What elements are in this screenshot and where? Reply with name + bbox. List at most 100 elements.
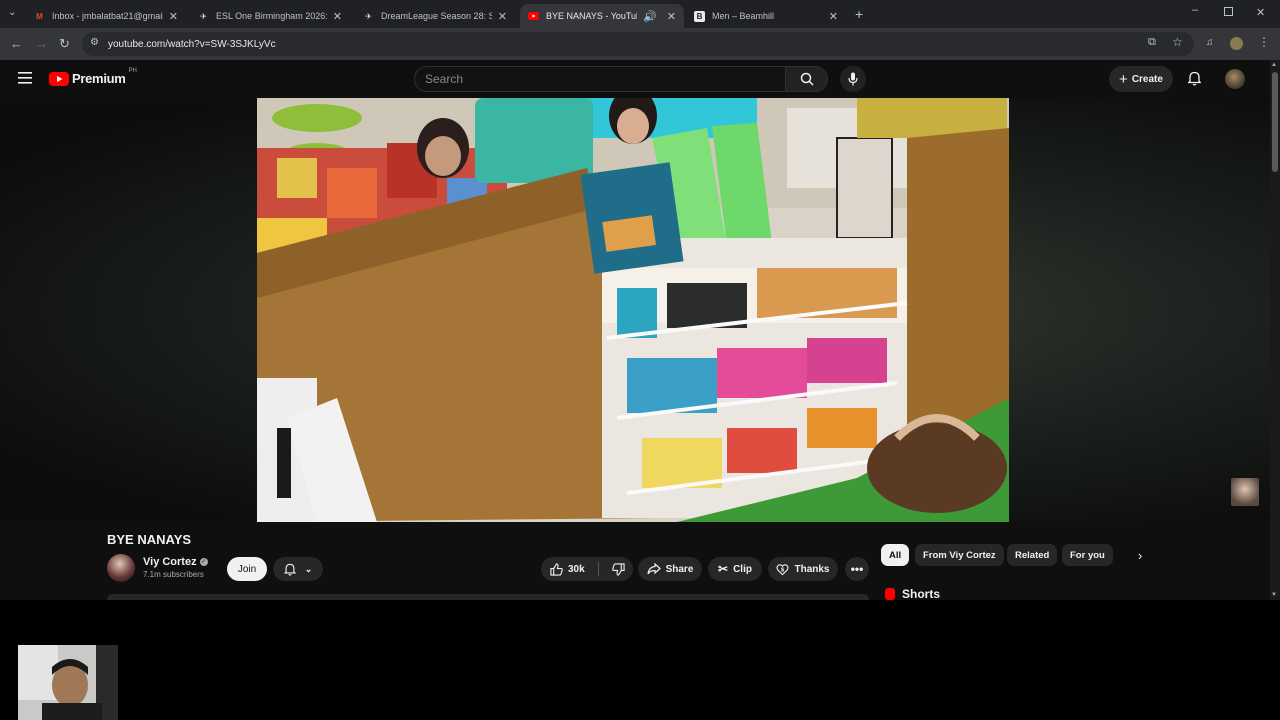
webcam-overlay xyxy=(18,645,118,720)
video-title: BYE NANAYS xyxy=(107,532,192,547)
hamburger-menu-icon[interactable] xyxy=(18,71,32,84)
channel-name[interactable]: Viy Cortez xyxy=(143,556,197,568)
share-button[interactable]: Share xyxy=(638,557,702,581)
browser-tab-beamhill[interactable]: B Men – Beamhill ✕ xyxy=(686,4,846,28)
notifications-bell-icon[interactable] xyxy=(1187,71,1202,91)
new-tab-plus-icon[interactable]: + xyxy=(855,6,863,22)
chip-label: For you xyxy=(1070,549,1105,561)
browser-tab-dreamleague[interactable]: ✈ DreamLeague Season 28: South ✕ xyxy=(355,4,515,28)
bell-icon xyxy=(283,563,296,576)
clip-label: Clip xyxy=(733,563,752,575)
voice-search-button[interactable] xyxy=(840,66,866,92)
thumbs-down-icon xyxy=(611,562,625,576)
back-arrow-icon[interactable]: ← xyxy=(10,36,23,51)
speaker-icon[interactable]: 🔊 xyxy=(643,10,657,23)
microphone-icon xyxy=(848,72,858,86)
channel-watermark[interactable] xyxy=(1231,478,1259,506)
close-tab-icon[interactable]: ✕ xyxy=(169,10,178,23)
chip-all[interactable]: All xyxy=(881,544,910,566)
search-icon xyxy=(800,72,814,86)
install-app-icon[interactable]: ⧉ xyxy=(1148,36,1156,49)
plus-icon: + xyxy=(1119,70,1128,88)
beamhill-icon: B xyxy=(694,10,705,22)
search-input[interactable]: Search xyxy=(414,66,786,92)
tab-list-chevron-icon[interactable]: ⌄ xyxy=(8,7,16,18)
browser-menu-icon[interactable]: ⋮ xyxy=(1258,35,1270,49)
like-dislike-group: 30k xyxy=(541,557,633,581)
like-count: 30k xyxy=(568,563,585,575)
chevron-down-icon: ⌄ xyxy=(304,563,313,574)
chip-from-channel[interactable]: From Viy Cortez xyxy=(915,544,1004,566)
scrollbar-thumb[interactable] xyxy=(1272,72,1278,172)
like-button[interactable]: 30k xyxy=(550,562,585,576)
scroll-down-arrow-icon[interactable]: ▼ xyxy=(1271,592,1277,598)
premium-logo-text: Premium xyxy=(72,71,126,86)
browser-tab-bar: ⌄ M Inbox - jmbalatbat21@gmail.com ✕ ✈ E… xyxy=(0,0,1280,28)
scissors-icon: ✂ xyxy=(718,562,729,576)
chip-label: Related xyxy=(1015,549,1050,561)
minimize-icon[interactable]: – xyxy=(1192,4,1198,16)
tab-title: Inbox - jmbalatbat21@gmail.com xyxy=(52,11,163,21)
video-frame-image xyxy=(257,98,1009,522)
shorts-section-header: Shorts xyxy=(885,588,940,600)
subscribed-notifications-button[interactable]: ⌄ xyxy=(273,557,323,581)
gmail-icon: M xyxy=(36,11,43,21)
search-button[interactable] xyxy=(786,66,828,92)
channel-info: Viy Cortez ✓ 7.1m subscribers xyxy=(143,556,208,579)
chevron-right-icon[interactable]: › xyxy=(1138,548,1142,563)
join-label: Join xyxy=(237,563,257,575)
chip-for-you[interactable]: For you xyxy=(1062,544,1113,566)
url-text: youtube.com/watch?v=SW-3SJKLyVc xyxy=(108,38,276,50)
liquipedia-icon: ✈ xyxy=(365,11,372,21)
search-placeholder: Search xyxy=(425,72,464,86)
scroll-up-arrow-icon[interactable]: ▲ xyxy=(1271,62,1277,68)
close-tab-icon[interactable]: ✕ xyxy=(829,10,838,23)
verified-check-icon: ✓ xyxy=(199,558,208,566)
country-badge: PH xyxy=(128,68,137,74)
account-avatar[interactable] xyxy=(1225,69,1245,89)
join-button[interactable]: Join xyxy=(227,557,267,581)
address-bar[interactable]: ⚙ youtube.com/watch?v=SW-3SJKLyVc ⧉ ☆ xyxy=(82,32,1194,56)
chip-label: All xyxy=(889,549,902,561)
webcam-person-image xyxy=(18,645,118,720)
dislike-button[interactable] xyxy=(611,562,625,576)
shorts-logo-icon xyxy=(885,588,895,600)
youtube-logo[interactable]: Premium PH xyxy=(49,68,137,86)
create-button[interactable]: + Create xyxy=(1109,66,1173,92)
browser-toolbar: ← → ↻ ⚙ youtube.com/watch?v=SW-3SJKLyVc … xyxy=(0,28,1280,60)
tab-title: Men – Beamhill xyxy=(712,11,775,21)
browser-tab-gmail[interactable]: M Inbox - jmbalatbat21@gmail.com ✕ xyxy=(26,4,186,28)
tab-title: DreamLeague Season 28: South xyxy=(381,11,492,21)
tab-title: ESL One Birmingham 2026: Sou xyxy=(216,11,327,21)
create-label: Create xyxy=(1131,73,1163,85)
browser-tab-esl[interactable]: ✈ ESL One Birmingham 2026: Sou ✕ xyxy=(190,4,350,28)
chip-label: From Viy Cortez xyxy=(923,549,996,561)
maximize-icon[interactable] xyxy=(1224,7,1233,16)
super-thanks-icon: $ xyxy=(776,563,789,575)
liquipedia-icon: ✈ xyxy=(200,11,207,21)
site-info-icon[interactable]: ⚙ xyxy=(90,37,99,48)
video-player[interactable] xyxy=(257,98,1009,522)
browser-tab-youtube[interactable]: BYE NANAYS - YouTube 🔊 ✕ xyxy=(520,4,684,28)
chip-related[interactable]: Related xyxy=(1007,544,1058,566)
more-actions-button[interactable]: ••• xyxy=(845,557,869,581)
subscriber-count: 7.1m subscribers xyxy=(143,570,204,579)
clip-button[interactable]: ✂ Clip xyxy=(708,557,762,581)
thanks-button[interactable]: $ Thanks xyxy=(768,557,838,581)
tab-title: BYE NANAYS - YouTube xyxy=(546,11,638,21)
share-label: Share xyxy=(665,563,694,575)
close-tab-icon[interactable]: ✕ xyxy=(333,10,342,23)
forward-arrow-icon[interactable]: → xyxy=(35,36,48,51)
bookmark-star-icon[interactable]: ☆ xyxy=(1172,35,1183,49)
description-box[interactable] xyxy=(107,594,869,600)
share-arrow-icon xyxy=(646,563,661,575)
channel-avatar[interactable] xyxy=(107,554,135,582)
media-controls-icon[interactable]: ♫ xyxy=(1206,37,1214,48)
youtube-play-logo-icon xyxy=(49,71,69,86)
youtube-icon xyxy=(528,11,539,22)
close-tab-icon[interactable]: ✕ xyxy=(498,10,507,23)
profile-avatar-icon[interactable] xyxy=(1230,37,1243,50)
window-close-icon[interactable]: ✕ xyxy=(1256,6,1265,19)
close-tab-icon[interactable]: ✕ xyxy=(667,10,676,23)
reload-icon[interactable]: ↻ xyxy=(59,36,70,52)
